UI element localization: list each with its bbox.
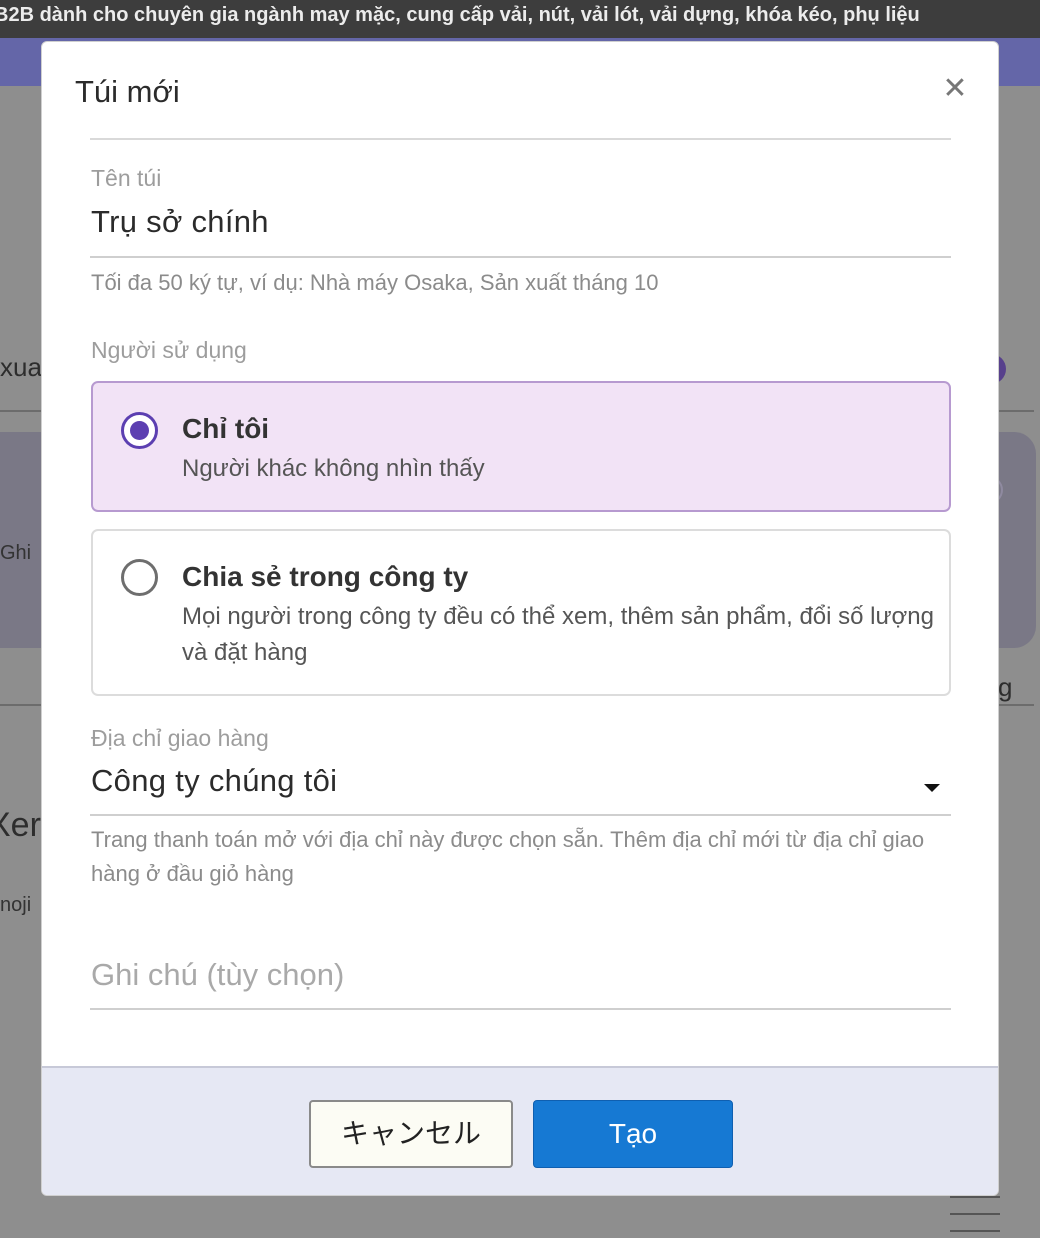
option-share-company[interactable]: Chia sẻ trong công ty Mọi người trong cô… bbox=[91, 529, 951, 696]
menu-icon bbox=[950, 1213, 1000, 1215]
background-text-fragment: Ghi bbox=[0, 542, 32, 564]
dialog-footer: キャンセル Tạo bbox=[42, 1066, 998, 1195]
background-card bbox=[996, 432, 1036, 648]
background-text-fragment: noji bbox=[0, 894, 32, 916]
option-title: Chỉ tôi bbox=[182, 413, 270, 444]
background-text-fragment: xua bbox=[0, 352, 42, 382]
shipping-select[interactable]: Công ty chúng tôi bbox=[91, 763, 337, 799]
dropdown-arrow-icon[interactable] bbox=[924, 784, 940, 792]
shipping-helper: Trang thanh toán mở với địa chỉ này được… bbox=[91, 827, 925, 886]
background-text-fragment: Xer bbox=[0, 806, 41, 844]
background-card bbox=[0, 432, 44, 648]
header-divider bbox=[90, 138, 951, 140]
option-title: Chia sẻ trong công ty bbox=[182, 561, 469, 592]
note-underline bbox=[90, 1008, 951, 1010]
shipping-underline bbox=[90, 814, 951, 816]
dialog-title: Túi mới bbox=[75, 74, 180, 109]
background-divider bbox=[998, 704, 1034, 706]
bag-name-label: Tên túi bbox=[91, 165, 162, 191]
create-button[interactable]: Tạo bbox=[533, 1100, 733, 1168]
option-description: Người khác không nhìn thấy bbox=[182, 455, 485, 482]
new-bag-dialog: Túi mới ✕ Tên túi Trụ sở chính Tối đa 50… bbox=[41, 41, 999, 1196]
option-description: Mọi người trong công ty đều có thể xem, … bbox=[182, 603, 934, 666]
note-input[interactable]: Ghi chú (tùy chọn) bbox=[91, 957, 344, 993]
background-divider bbox=[0, 704, 42, 706]
close-icon: ✕ bbox=[942, 72, 968, 105]
radio-unselected-icon[interactable] bbox=[121, 559, 158, 596]
bag-name-helper: Tối đa 50 ký tự, ví dụ: Nhà máy Osaka, S… bbox=[91, 270, 659, 295]
banner-text: B2B dành cho chuyên gia ngành may mặc, c… bbox=[0, 4, 920, 26]
background-text-fragment: g bbox=[998, 672, 1013, 702]
background-divider bbox=[0, 410, 42, 412]
dialog-header: Túi mới ✕ bbox=[42, 42, 998, 140]
menu-icon bbox=[950, 1230, 1000, 1232]
option-only-me[interactable]: Chỉ tôi Người khác không nhìn thấy bbox=[91, 381, 951, 512]
shipping-label: Địa chỉ giao hàng bbox=[91, 725, 269, 751]
cancel-button[interactable]: キャンセル bbox=[309, 1100, 513, 1168]
radio-selected-icon[interactable] bbox=[121, 412, 158, 449]
background-divider bbox=[998, 410, 1034, 412]
top-banner: B2B dành cho chuyên gia ngành may mặc, c… bbox=[0, 0, 1040, 38]
close-button[interactable]: ✕ bbox=[938, 72, 972, 106]
bag-name-underline bbox=[90, 256, 951, 258]
bag-name-input[interactable]: Trụ sở chính bbox=[91, 204, 269, 240]
menu-icon bbox=[950, 1196, 1000, 1198]
users-label: Người sử dụng bbox=[91, 337, 247, 363]
